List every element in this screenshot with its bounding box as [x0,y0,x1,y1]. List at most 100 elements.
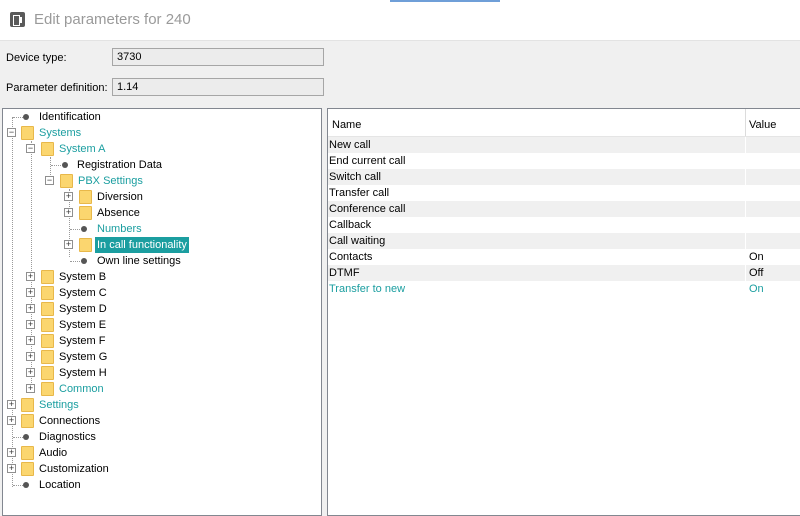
expand-icon[interactable]: + [7,464,16,473]
grid-header: Name Value [328,109,800,137]
expand-icon[interactable]: + [26,368,35,377]
tree-item-system-d[interactable]: + System D [3,301,321,317]
tree-item-label: Settings [39,399,79,411]
row-name: New call [329,139,371,151]
expand-icon[interactable]: + [64,240,73,249]
parameter-definition-label: Parameter definition: [6,82,108,94]
row-name: DTMF [329,267,360,279]
folder-icon [41,270,54,284]
tree-item-system-g[interactable]: + System G [3,349,321,365]
tree-item-label: Registration Data [77,159,162,171]
folder-icon [21,462,34,476]
folder-icon [79,190,92,204]
folder-icon [60,174,73,188]
expand-icon[interactable]: + [7,448,16,457]
expand-icon[interactable]: + [26,352,35,361]
row-name: Contacts [329,251,373,263]
tree-item-registration-data[interactable]: Registration Data [3,157,321,173]
row-name: End current call [329,155,406,167]
tree-item-label: Systems [39,127,82,139]
grid-row[interactable]: End current call [328,153,800,169]
tree-item-audio[interactable]: + Audio [3,445,321,461]
tree-item-system-c[interactable]: + System C [3,285,321,301]
collapse-icon[interactable]: − [7,128,16,137]
tree-item-label: PBX Settings [78,175,143,187]
tree-item-in-call-functionality[interactable]: + In call functionality [3,237,321,253]
tree-item-system-h[interactable]: + System H [3,365,321,381]
tree-item-location[interactable]: Location [3,477,321,493]
folder-icon [41,350,54,364]
tree-item-numbers[interactable]: Numbers [3,221,321,237]
collapse-icon[interactable]: − [45,176,54,185]
grid-row[interactable]: DTMF Off [328,265,800,281]
grid-row[interactable]: Switch call [328,169,800,185]
tree-item-system-e[interactable]: + System E [3,317,321,333]
tree-item-system-b[interactable]: + System B [3,269,321,285]
row-value[interactable]: Off [749,265,763,281]
grid-row[interactable]: Callback [328,217,800,233]
expand-icon[interactable]: + [26,320,35,329]
parameter-grid[interactable]: Name Value New call End current call Swi… [327,108,800,516]
tree-item-label: Common [59,383,104,395]
title-bar: Edit parameters for 240 [0,0,800,41]
collapse-icon[interactable]: − [26,144,35,153]
tree-item-diversion[interactable]: + Diversion [3,189,321,205]
tree-item-systems[interactable]: − Systems [3,125,321,141]
parameter-definition-field: 1.14 [112,78,324,96]
folder-icon [21,126,34,140]
folder-icon [41,302,54,316]
tree-item-diagnostics[interactable]: Diagnostics [3,429,321,445]
row-name: Conference call [329,203,406,215]
setting-icon [62,162,68,168]
expand-icon[interactable]: + [7,416,16,425]
tree-item-settings[interactable]: + Settings [3,397,321,413]
grid-row[interactable]: Transfer to new On [328,281,800,297]
folder-icon [41,382,54,396]
folder-icon [21,414,34,428]
folder-icon [41,286,54,300]
expand-icon[interactable]: + [26,288,35,297]
expand-icon[interactable]: + [64,192,73,201]
grid-row[interactable]: Call waiting [328,233,800,249]
tree-item-label: System B [59,271,107,283]
column-header-name[interactable]: Name [332,119,361,131]
tree-item-label: System E [59,319,107,331]
folder-icon [41,334,54,348]
column-header-value[interactable]: Value [749,119,776,131]
grid-row[interactable]: Conference call [328,201,800,217]
folder-icon [41,318,54,332]
expand-icon[interactable]: + [64,208,73,217]
expand-icon[interactable]: + [7,400,16,409]
tree-item-system-f[interactable]: + System F [3,333,321,349]
grid-row[interactable]: Transfer call [328,185,800,201]
row-value[interactable]: On [749,249,764,265]
tree-item-system-a[interactable]: − System A [3,141,321,157]
tree-item-label: System F [59,335,106,347]
folder-icon [79,206,92,220]
row-name: Switch call [329,171,381,183]
folder-icon [41,366,54,380]
folder-icon [21,446,34,460]
window-edge [390,0,500,2]
setting-icon [23,482,29,488]
tree-item-customization[interactable]: + Customization [3,461,321,477]
grid-row[interactable]: Contacts On [328,249,800,265]
expand-icon[interactable]: + [26,272,35,281]
row-name: Call waiting [329,235,386,247]
tree-item-pbx-settings[interactable]: − PBX Settings [3,173,321,189]
row-value[interactable]: On [749,281,764,297]
parameter-tree[interactable]: Identification − Systems − System A Regi… [2,108,322,516]
expand-icon[interactable]: + [26,336,35,345]
setting-icon [23,434,29,440]
tree-item-common[interactable]: + Common [3,381,321,397]
tree-item-connections[interactable]: + Connections [3,413,321,429]
grid-row[interactable]: New call [328,137,800,153]
tree-item-identification[interactable]: Identification [3,109,321,125]
tree-item-label: Customization [39,463,109,475]
tree-item-own-line-settings[interactable]: Own line settings [3,253,321,269]
setting-icon [81,226,87,232]
expand-icon[interactable]: + [26,384,35,393]
tree-item-absence[interactable]: + Absence [3,205,321,221]
expand-icon[interactable]: + [26,304,35,313]
column-separator[interactable] [745,109,746,136]
